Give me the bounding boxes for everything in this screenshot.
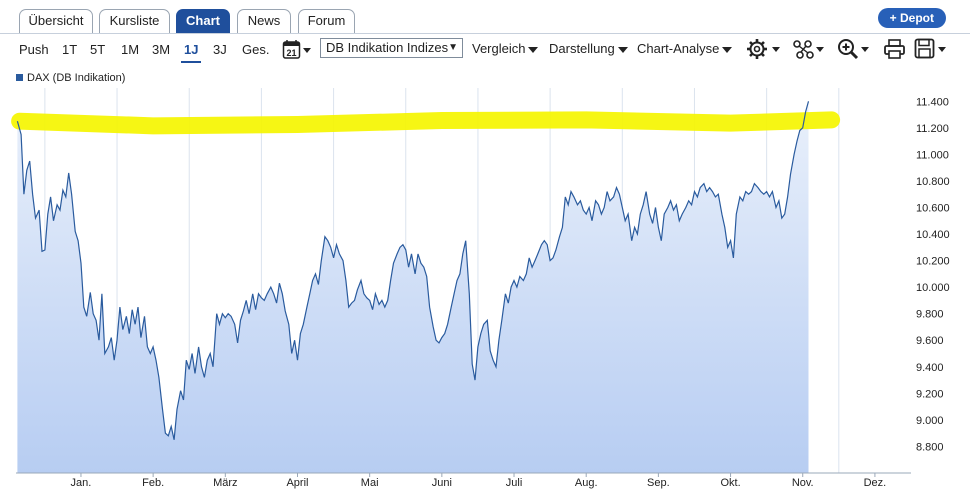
y-tick-label: 9.000 — [916, 415, 944, 427]
y-tick-label: 9.800 — [916, 309, 944, 321]
y-tick-label: 10.800 — [916, 176, 950, 188]
x-tick-label: Mai — [361, 477, 379, 489]
y-tick-label: 11.400 — [916, 96, 949, 108]
highlight-band — [11, 111, 841, 135]
y-tick-label: 10.600 — [916, 202, 950, 214]
y-tick-label: 8.800 — [916, 441, 944, 453]
price-chart: 8.800 9.000 9.200 9.400 9.600 9.800 10.000 10.2… — [11, 88, 950, 489]
x-tick-label: Nov. — [792, 477, 814, 489]
x-tick-label: März — [213, 477, 237, 489]
y-tick-label: 9.400 — [916, 362, 944, 374]
y-tick-label: 9.600 — [916, 335, 944, 347]
y-tick-label: 10.400 — [916, 229, 950, 241]
x-tick-label: Sep. — [647, 477, 670, 489]
y-tick-label: 9.200 — [916, 388, 944, 400]
y-tick-label: 11.200 — [916, 123, 949, 135]
x-tick-label: Feb. — [142, 477, 164, 489]
x-tick-label: Jan. — [71, 477, 92, 489]
x-tick-label: Juli — [506, 477, 523, 489]
x-tick-label: Okt. — [720, 477, 740, 489]
x-tick-label: Juni — [432, 477, 452, 489]
x-tick-label: Aug. — [575, 477, 598, 489]
y-tick-label: 10.000 — [916, 282, 950, 294]
y-tick-label: 10.200 — [916, 256, 950, 268]
price-area — [17, 101, 809, 474]
x-tick-label: April — [286, 477, 308, 489]
x-tick-label: Dez. — [864, 477, 887, 489]
y-tick-label: 11.000 — [916, 149, 949, 161]
